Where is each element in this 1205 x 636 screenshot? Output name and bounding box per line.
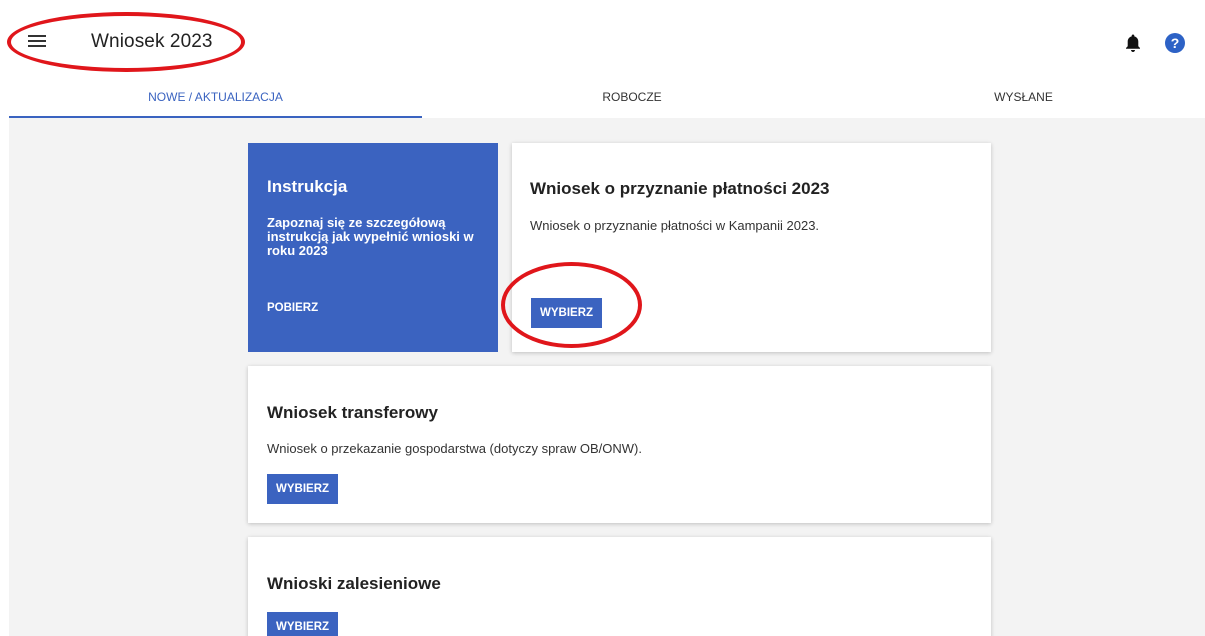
bell-icon[interactable] xyxy=(1124,33,1142,53)
instruction-title: Instrukcja xyxy=(267,177,348,196)
page-title: Wniosek 2023 xyxy=(91,31,213,52)
tab-bar: NOWE / AKTUALIZACJA ROBOCZE WYSŁANE xyxy=(9,86,1205,118)
download-link[interactable]: POBIERZ xyxy=(267,302,318,314)
tab-robocze[interactable]: ROBOCZE xyxy=(422,86,842,118)
card-afforestation-applications: Wnioski zalesieniowe WYBIERZ xyxy=(248,537,991,636)
menu-icon[interactable] xyxy=(28,32,46,48)
instruction-description: Zapoznaj się ze szczegółową instrukcją j… xyxy=(267,215,474,258)
card-description: Wniosek o przyznanie płatności w Kampani… xyxy=(530,218,820,233)
tab-wyslane[interactable]: WYSŁANE xyxy=(842,86,1205,118)
select-button[interactable]: WYBIERZ xyxy=(267,474,339,504)
help-icon[interactable]: ? xyxy=(1165,33,1185,53)
card-description: Wniosek o przekazanie gospodarstwa (doty… xyxy=(267,441,642,456)
card-payment-application: Wniosek o przyznanie płatności 2023 Wnio… xyxy=(512,143,991,352)
app-header: Wniosek 2023 ? xyxy=(0,0,1205,86)
card-title: Wniosek o przyznanie płatności 2023 xyxy=(530,179,830,198)
card-title: Wnioski zalesieniowe xyxy=(267,574,441,593)
select-button[interactable]: WYBIERZ xyxy=(531,298,603,328)
card-title: Wniosek transferowy xyxy=(267,403,438,422)
select-button[interactable]: WYBIERZ xyxy=(267,612,339,636)
instruction-card: Instrukcja Zapoznaj się ze szczegółową i… xyxy=(248,143,498,352)
tab-nowe-aktualizacja[interactable]: NOWE / AKTUALIZACJA xyxy=(9,86,422,118)
card-transfer-application: Wniosek transferowy Wniosek o przekazani… xyxy=(248,366,991,523)
